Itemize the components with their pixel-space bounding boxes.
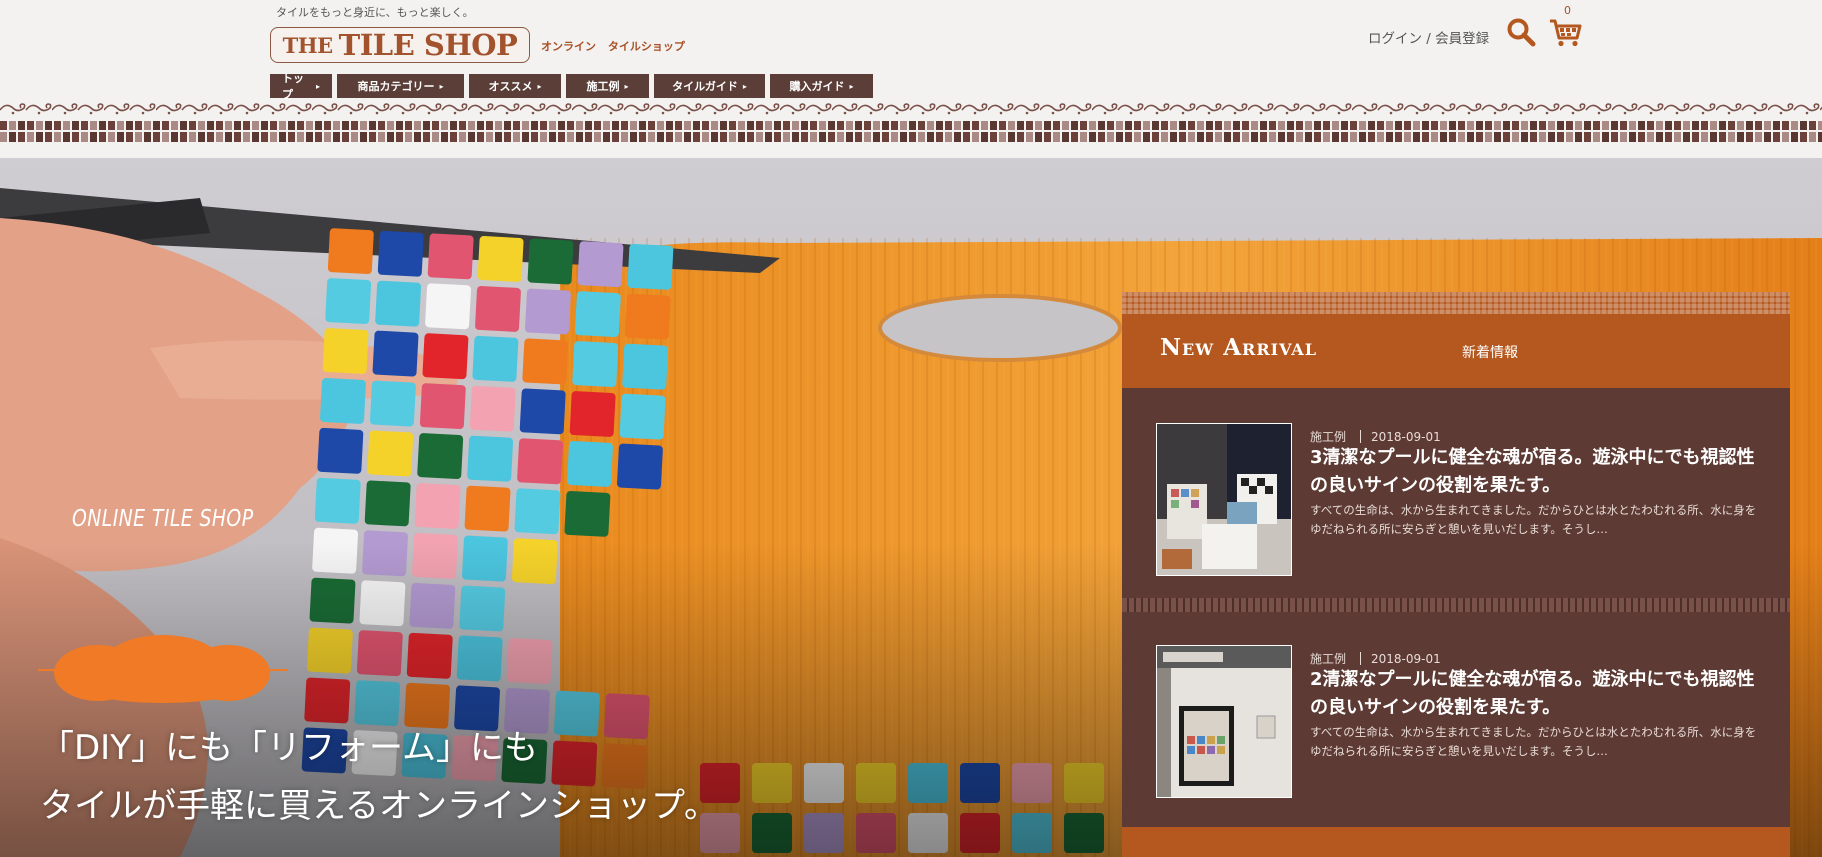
- nav-item-top[interactable]: トップ ▸: [270, 72, 332, 101]
- badge-online-tile-shop: ONLINE TILE SHOP: [72, 506, 254, 532]
- page: { "header": { "tagline": "タイルをもっと身近に、もっと…: [0, 0, 1822, 857]
- news-meta: 施工例 2018-09-01: [1310, 650, 1441, 667]
- news-meta: 施工例 2018-09-01: [1310, 428, 1441, 445]
- new-arrival-title: New Arrival: [1160, 334, 1317, 361]
- search-icon[interactable]: [1506, 17, 1536, 47]
- nav-item-purchase-guide[interactable]: 購入ガイド ▸: [770, 74, 873, 98]
- news-headline[interactable]: 2清潔なプールに健全な魂が宿る。遊泳中にでも視認性の良いサインの役割を果たす。: [1310, 666, 1760, 722]
- news-category[interactable]: 施工例: [1310, 652, 1346, 666]
- chevron-right-icon: ▸: [624, 81, 629, 91]
- news-category[interactable]: 施工例: [1310, 430, 1346, 444]
- chevron-right-icon: ▸: [742, 81, 747, 91]
- tagline: タイルをもっと身近に、もっと楽しく。: [276, 6, 474, 19]
- news-item[interactable]: 施工例 2018-09-01 2清潔なプールに健全な魂が宿る。遊泳中にでも視認性の…: [1122, 610, 1790, 820]
- news-excerpt: すべての生命は、水から生まれてきました。だからひとは水とたわむれる所、水に身をゆ…: [1310, 725, 1757, 758]
- login-link[interactable]: ログイン / 会員登録: [1368, 27, 1489, 47]
- meta-separator: [1360, 430, 1362, 443]
- chevron-right-icon: ▸: [849, 81, 854, 91]
- new-arrival-header: New Arrival 新着情報: [1122, 292, 1790, 388]
- news-item[interactable]: 施工例 2018-09-01 3清潔なプールに健全な魂が宿る。遊泳中にでも視認性の…: [1122, 388, 1790, 598]
- nav-item-examples[interactable]: 施工例 ▸: [566, 74, 649, 98]
- nav-label: 商品カテゴリー: [357, 80, 435, 93]
- hero-headline-2: タイルが手軽に買えるオンラインショップ。: [40, 786, 718, 826]
- news-headline[interactable]: 3清潔なプールに健全な魂が宿る。遊泳中にでも視認性の良いサインの役割を果たす。: [1310, 444, 1760, 500]
- cart-icon[interactable]: [1549, 18, 1583, 48]
- news-panel-footer: [1122, 827, 1790, 857]
- nav-label: 購入ガイド: [789, 80, 845, 93]
- nav-label: オススメ: [488, 80, 533, 93]
- nav-item-recommend[interactable]: オススメ ▸: [469, 74, 561, 98]
- badge-cloud-shape: [38, 635, 288, 703]
- sublogo: オンライン タイルショップ: [541, 40, 685, 53]
- news-date: 2018-09-01: [1371, 652, 1441, 666]
- header-tile-strip: [1122, 292, 1790, 314]
- main-nav: トップ ▸ 商品カテゴリー ▸ オススメ ▸ 施工例 ▸ タイルガイド ▸ 購入ガイド ▸: [270, 72, 873, 101]
- cart-count: 0: [1564, 4, 1571, 17]
- site-logo[interactable]: THE TILE SHOP: [270, 27, 530, 63]
- news-date: 2018-09-01: [1371, 430, 1441, 444]
- mosaic-border-lower: [0, 132, 1822, 142]
- ornament-border: [0, 98, 1822, 118]
- chevron-right-icon: ▸: [537, 81, 542, 91]
- new-arrival-panel: New Arrival 新着情報 施工例 2018-09-01 3清潔なプールに…: [1122, 292, 1790, 857]
- new-arrival-subtitle: 新着情報: [1462, 345, 1518, 361]
- hero-headline-1: 「DIY」にも「リフォーム」にも: [40, 728, 538, 768]
- news-excerpt: すべての生命は、水から生まれてきました。だからひとは水とたわむれる所、水に身をゆ…: [1310, 503, 1757, 536]
- chevron-right-icon: ▸: [315, 81, 320, 91]
- logo-main: TILE SHOP: [338, 28, 518, 62]
- nav-label: タイルガイド: [672, 80, 738, 93]
- meta-separator: [1360, 652, 1362, 665]
- chevron-right-icon: ▸: [439, 81, 444, 91]
- nav-item-tile-guide[interactable]: タイルガイド ▸: [654, 74, 765, 98]
- news-thumbnail[interactable]: [1156, 645, 1292, 798]
- nav-label: 施工例: [586, 80, 620, 93]
- nav-item-categories[interactable]: 商品カテゴリー ▸: [337, 74, 464, 98]
- logo-the: THE: [282, 32, 333, 58]
- news-thumbnail[interactable]: [1156, 423, 1292, 576]
